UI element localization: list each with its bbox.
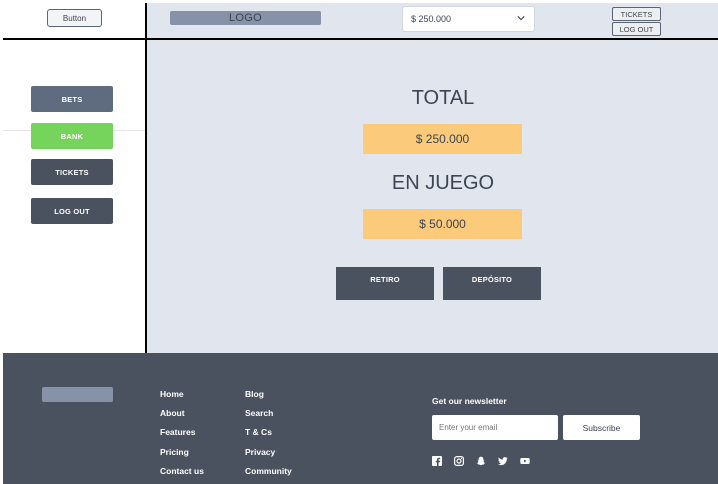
in-game-amount: $ 50.000 [363, 209, 522, 239]
footer-link-pricing[interactable]: Pricing [160, 447, 189, 457]
header-button[interactable]: Button [47, 9, 102, 27]
header-logout-button[interactable]: LOG OUT [612, 22, 661, 36]
footer-link-features[interactable]: Features [160, 427, 195, 437]
newsletter-email-input[interactable] [432, 415, 558, 440]
footer-link-contact[interactable]: Contact us [160, 466, 204, 476]
sidebar-divider-line [145, 3, 147, 353]
instagram-icon[interactable] [454, 456, 464, 466]
facebook-icon[interactable] [432, 456, 442, 466]
page: Button LOGO $ 250.000 TICKETS LOG OUT BE… [0, 0, 718, 484]
footer-link-privacy[interactable]: Privacy [245, 447, 275, 457]
deposit-button[interactable]: DEPÓSITO [443, 267, 541, 300]
total-title: TOTAL [411, 87, 475, 109]
total-amount: $ 250.000 [363, 124, 522, 154]
logo: LOGO [170, 11, 321, 25]
footer-link-home[interactable]: Home [160, 389, 184, 399]
footer-link-search[interactable]: Search [245, 408, 273, 418]
youtube-icon[interactable] [520, 456, 530, 466]
in-game-title: EN JUEGO [391, 172, 495, 194]
footer-link-about[interactable]: About [160, 408, 185, 418]
withdraw-button[interactable]: RETIRO [336, 267, 434, 300]
sidebar-item-bets[interactable]: BETS [31, 86, 113, 112]
sidebar-item-logout[interactable]: LOG OUT [31, 198, 113, 224]
header-tickets-button[interactable]: TICKETS [612, 7, 661, 21]
chevron-down-icon [517, 16, 525, 21]
footer-link-blog[interactable]: Blog [245, 389, 264, 399]
footer-logo [42, 387, 113, 402]
footer-link-community[interactable]: Community [245, 466, 292, 476]
sidebar-item-bank[interactable]: BANK [31, 123, 113, 149]
newsletter-title: Get our newsletter [432, 396, 507, 406]
footer-link-terms[interactable]: T & Cs [245, 427, 272, 437]
balance-value: $ 250.000 [411, 14, 452, 24]
snapchat-icon[interactable] [476, 456, 486, 466]
balance-dropdown[interactable]: $ 250.000 [402, 6, 535, 32]
sidebar-item-tickets[interactable]: TICKETS [31, 159, 113, 185]
subscribe-button[interactable]: Subscribe [563, 415, 640, 440]
twitter-icon[interactable] [498, 456, 508, 466]
header-divider-line [3, 38, 718, 40]
